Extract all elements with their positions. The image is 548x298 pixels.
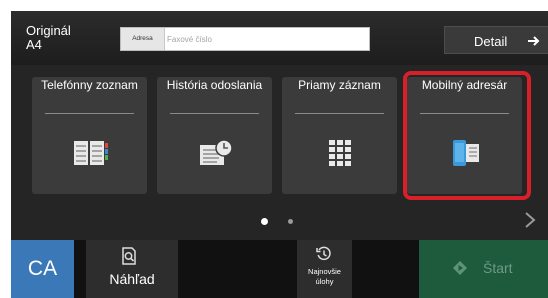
clear-all-button[interactable]: CA (11, 240, 74, 298)
start-label: Štart (483, 260, 513, 276)
tile-label-send-history: História odoslania (166, 78, 263, 92)
page-dot-active (261, 218, 268, 225)
address-book-icon (74, 141, 108, 165)
tile-label-phonebook: Telefónny zoznam (41, 78, 138, 92)
tile-divider (45, 113, 134, 114)
tile-send-history[interactable]: História odoslania (157, 77, 272, 194)
tile-divider (170, 113, 259, 114)
tile-label-direct-entry: Priamy záznam (298, 78, 381, 92)
chevron-right-icon[interactable] (523, 211, 537, 229)
tile-divider (295, 113, 384, 114)
preview-button[interactable]: Náhľad (86, 240, 178, 298)
recent-jobs-label-line2: úlohy (315, 277, 334, 286)
arrow-right-icon (528, 36, 540, 46)
recent-jobs-button[interactable]: Najnovšie úlohy (297, 240, 352, 298)
top-bar: Originál A4 Adresa Detail (11, 11, 548, 65)
start-button[interactable]: Štart (419, 240, 548, 298)
address-tag: Adresa (121, 28, 165, 50)
address-field[interactable]: Adresa (120, 27, 370, 51)
preview-icon (122, 247, 136, 265)
detail-label: Detail (474, 34, 508, 49)
detail-button[interactable]: Detail (444, 26, 548, 54)
highlight-frame (403, 71, 531, 200)
bottom-bar: CA Náhľad Najnovšie úlohy Štart (11, 240, 548, 298)
paper-size: A4 (26, 37, 42, 52)
start-icon (453, 261, 467, 275)
keypad-icon (329, 140, 351, 166)
history-icon (316, 246, 331, 261)
recent-jobs-label: Najnovšie úlohy (297, 267, 352, 287)
preview-label: Náhľad (109, 271, 155, 287)
recent-jobs-label-line1: Najnovšie (308, 267, 341, 276)
fax-screen: Originál A4 Adresa Detail Telefónny zozn… (11, 11, 548, 298)
tile-direct-entry[interactable]: Priamy záznam (282, 77, 397, 194)
fax-number-input[interactable] (167, 28, 367, 50)
original-setting[interactable]: Originál A4 (26, 24, 71, 52)
send-history-icon (200, 139, 233, 165)
page-dot[interactable] (288, 219, 293, 224)
original-label: Originál (26, 23, 71, 38)
tile-phonebook[interactable]: Telefónny zoznam (32, 77, 147, 194)
